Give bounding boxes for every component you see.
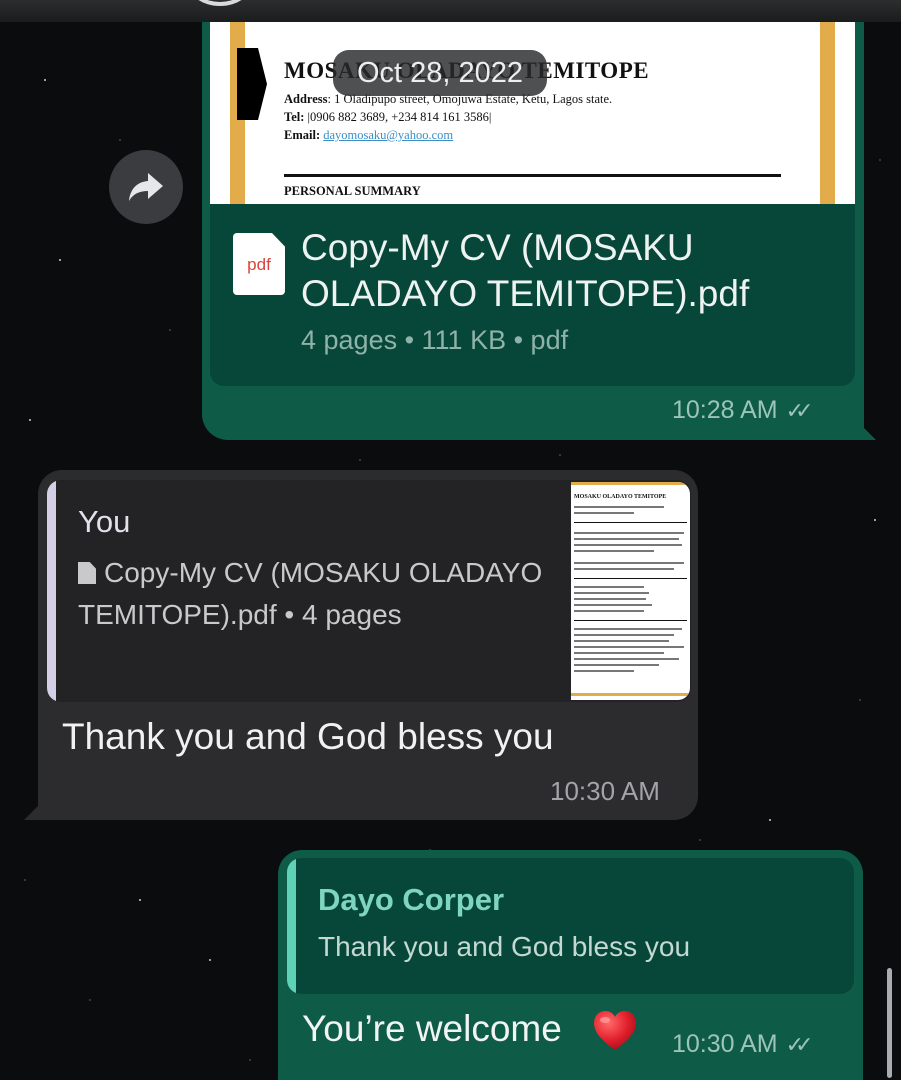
quote-bar	[47, 480, 56, 702]
quote-text: Thank you and God bless you	[318, 931, 691, 962]
incoming-message-text: Thank you and God bless you	[62, 716, 554, 757]
thumb-text-line	[574, 550, 654, 552]
quote-text: Copy-My CV (MOSAKU OLADAYO TEMITOPE).pdf…	[78, 557, 543, 630]
quoted-document-thumbnail[interactable]: MOSAKU OLADAYO TEMITOPE	[571, 482, 690, 700]
double-check-icon: ✓✓	[785, 398, 814, 423]
thumb-text-line	[574, 586, 644, 588]
thumb-text-line	[574, 538, 679, 540]
thumb-text-line	[574, 670, 634, 672]
preview-rule	[284, 174, 781, 177]
thumb-text-line	[574, 634, 674, 636]
preview-border-right	[820, 22, 835, 204]
thumb-text-line	[574, 512, 634, 514]
quote-author: Dayo Corper	[318, 882, 505, 917]
thumb-border	[571, 693, 690, 696]
thumb-text-line	[574, 532, 684, 534]
heart-icon	[594, 1011, 636, 1050]
thumb-text-line	[574, 592, 649, 594]
document-icon	[78, 562, 96, 584]
document-file-meta: 4 pages • 111 KB • pdf	[301, 325, 569, 355]
top-bar	[0, 0, 901, 22]
thumb-text-line	[574, 628, 682, 630]
quoted-message[interactable]	[287, 858, 854, 994]
thumb-rule	[574, 620, 687, 621]
quote-author: You	[78, 504, 131, 539]
thumb-text-line	[574, 640, 669, 642]
preview-tel-line: Tel: |0906 882 3689, +234 814 161 3586|	[284, 110, 492, 124]
preview-arrow-shape	[237, 48, 267, 120]
thumb-text-line	[574, 598, 646, 600]
top-button-edge[interactable]	[188, 0, 252, 6]
message-timestamp: 10:30 AM	[550, 776, 660, 806]
outgoing-message-text: You’re welcome	[302, 1008, 562, 1049]
forward-button[interactable]	[109, 150, 183, 224]
thumb-text-line	[574, 506, 664, 508]
message-timestamp: 10:28 AM ✓✓	[672, 396, 814, 424]
thumb-text-line	[574, 562, 684, 564]
preview-email-line: Email: dayomosaku@yahoo.com	[284, 128, 454, 142]
double-check-icon: ✓✓	[785, 1032, 814, 1057]
forward-icon	[129, 173, 163, 201]
thumb-text-line	[574, 664, 659, 666]
document-file-name[interactable]: Copy-My CV (MOSAKU OLADAYO TEMITOPE).pdf	[301, 225, 841, 317]
date-chip: Oct 28, 2022	[333, 50, 548, 96]
thumb-text-line	[574, 646, 684, 648]
thumb-text-line	[574, 610, 644, 612]
thumb-border	[571, 482, 690, 485]
thumb-text-line	[574, 568, 674, 570]
quote-bar	[287, 858, 296, 994]
thumb-rule	[574, 522, 687, 523]
thumb-title: MOSAKU OLADAYO TEMITOPE	[574, 494, 667, 500]
preview-section-heading: PERSONAL SUMMARY	[284, 184, 421, 198]
thumb-text-line	[574, 658, 679, 660]
scrollbar[interactable]	[887, 968, 892, 1078]
thumb-text-line	[574, 652, 664, 654]
pdf-badge-label: pdf	[247, 255, 271, 274]
thumb-text-line	[574, 544, 682, 546]
thumb-text-line	[574, 604, 652, 606]
message-timestamp: 10:30 AM ✓✓	[672, 1030, 814, 1058]
thumb-rule	[574, 578, 687, 579]
pdf-file-icon: pdf	[233, 233, 285, 295]
